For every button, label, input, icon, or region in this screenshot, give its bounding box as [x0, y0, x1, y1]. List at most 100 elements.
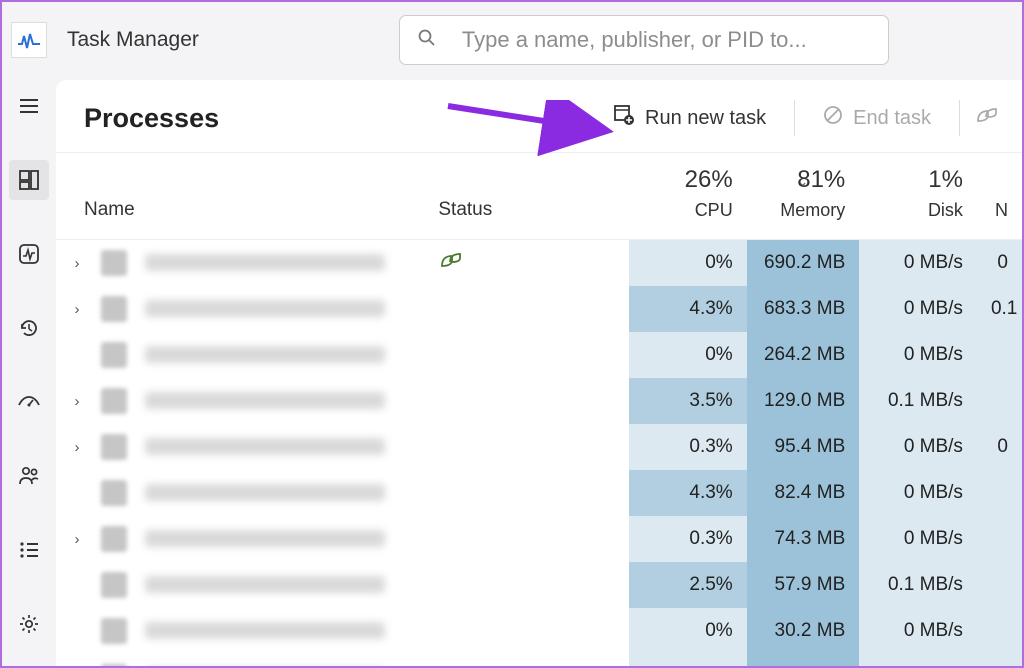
memory-cell: 82.4 MB — [747, 470, 860, 516]
status-cell — [424, 470, 629, 516]
status-cell — [424, 516, 629, 562]
process-icon — [101, 572, 127, 598]
memory-cell: 95.4 MB — [747, 424, 860, 470]
table-row[interactable]: › 0.3% 95.4 MB 0 MB/s 0 — [56, 424, 1022, 470]
efficiency-mode-button[interactable] — [960, 99, 998, 137]
expand-toggle-icon[interactable]: › — [68, 531, 86, 548]
table-row[interactable]: › 0% 29.1 MB 0 MB/s — [56, 654, 1022, 667]
process-name — [145, 576, 385, 593]
settings-nav-button[interactable] — [9, 604, 49, 644]
disk-cell: 0 MB/s — [859, 608, 977, 654]
disk-cell: 0 MB/s — [859, 470, 977, 516]
column-header-status[interactable]: Status — [424, 153, 629, 239]
end-task-label: End task — [853, 107, 931, 130]
network-cell — [977, 516, 1022, 562]
disk-cell: 0.1 MB/s — [859, 378, 977, 424]
table-row[interactable]: 2.5% 57.9 MB 0.1 MB/s — [56, 562, 1022, 608]
app-history-nav-button[interactable] — [9, 308, 49, 348]
cpu-cell: 3.5% — [629, 378, 747, 424]
column-header-name[interactable]: Name — [56, 153, 424, 239]
search-icon — [418, 29, 436, 52]
end-task-button[interactable]: End task — [809, 99, 945, 137]
network-cell — [977, 378, 1022, 424]
sort-indicator-icon: ⌄ — [797, 174, 808, 190]
startup-nav-button[interactable] — [9, 382, 49, 422]
process-icon — [101, 434, 127, 460]
memory-cell: 683.3 MB — [747, 286, 860, 332]
status-cell — [424, 332, 629, 378]
page-title: Processes — [84, 103, 599, 134]
expand-toggle-icon[interactable]: › — [68, 301, 86, 318]
network-cell — [977, 654, 1022, 667]
process-icon — [101, 618, 127, 644]
table-row[interactable]: › 4.3% 683.3 MB 0 MB/s 0.1 — [56, 286, 1022, 332]
search-input[interactable] — [462, 27, 870, 53]
network-cell: 0.1 — [977, 286, 1022, 332]
status-cell — [424, 608, 629, 654]
table-row[interactable]: › 3.5% 129.0 MB 0.1 MB/s — [56, 378, 1022, 424]
processes-nav-button[interactable] — [9, 160, 49, 200]
table-row[interactable]: 0% 264.2 MB 0 MB/s — [56, 332, 1022, 378]
disk-cell: 0 MB/s — [859, 239, 977, 286]
cpu-cell: 0% — [629, 332, 747, 378]
users-nav-button[interactable] — [9, 456, 49, 496]
process-name — [145, 254, 385, 271]
table-row[interactable]: › 0.3% 74.3 MB 0 MB/s — [56, 516, 1022, 562]
disk-cell: 0 MB/s — [859, 286, 977, 332]
expand-toggle-icon[interactable]: › — [68, 439, 86, 456]
network-cell — [977, 470, 1022, 516]
memory-cell: 29.1 MB — [747, 654, 860, 667]
expand-toggle-icon[interactable]: › — [68, 255, 86, 272]
toolbar-separator — [794, 100, 795, 136]
memory-cell: 30.2 MB — [747, 608, 860, 654]
status-cell — [424, 239, 629, 286]
navigation-rail — [2, 78, 56, 666]
column-header-network[interactable]: N — [977, 153, 1022, 239]
disk-cell: 0 MB/s — [859, 654, 977, 667]
cpu-cell: 2.5% — [629, 562, 747, 608]
process-icon — [101, 296, 127, 322]
hamburger-menu-button[interactable] — [9, 86, 49, 126]
process-table: Name Status 26% CPU ⌄ 81% Memory 1% — [56, 153, 1022, 666]
process-name — [145, 530, 385, 547]
process-icon — [101, 342, 127, 368]
table-row[interactable]: 4.3% 82.4 MB 0 MB/s — [56, 470, 1022, 516]
process-icon — [101, 664, 127, 667]
disk-cell: 0.1 MB/s — [859, 562, 977, 608]
process-name — [145, 438, 385, 455]
memory-cell: 129.0 MB — [747, 378, 860, 424]
run-new-task-button[interactable]: Run new task — [599, 98, 780, 138]
process-name — [145, 622, 385, 639]
column-header-cpu[interactable]: 26% CPU — [629, 153, 747, 239]
app-icon — [11, 22, 47, 58]
leaf-icon — [974, 105, 998, 131]
process-name — [145, 484, 385, 501]
run-new-task-label: Run new task — [645, 107, 766, 130]
process-name — [145, 300, 385, 317]
column-header-disk[interactable]: 1% Disk — [859, 153, 977, 239]
cpu-cell: 0% — [629, 608, 747, 654]
table-row[interactable]: 0% 30.2 MB 0 MB/s — [56, 608, 1022, 654]
efficiency-leaf-icon — [438, 254, 462, 275]
end-task-icon — [823, 105, 843, 131]
disk-cell: 0 MB/s — [859, 516, 977, 562]
performance-nav-button[interactable] — [9, 234, 49, 274]
memory-cell: 264.2 MB — [747, 332, 860, 378]
expand-toggle-icon[interactable]: › — [68, 393, 86, 410]
details-nav-button[interactable] — [9, 530, 49, 570]
status-cell — [424, 654, 629, 667]
memory-cell: 57.9 MB — [747, 562, 860, 608]
network-cell: 0 — [977, 239, 1022, 286]
cpu-cell: 0.3% — [629, 516, 747, 562]
process-name — [145, 392, 385, 409]
process-name — [145, 346, 385, 363]
network-cell — [977, 608, 1022, 654]
cpu-cell: 4.3% — [629, 470, 747, 516]
search-box[interactable] — [399, 15, 889, 65]
network-cell — [977, 562, 1022, 608]
column-header-memory[interactable]: ⌄ 81% Memory — [747, 153, 860, 239]
run-new-task-icon — [613, 104, 635, 132]
toolbar: Processes Run new task End task — [56, 80, 1022, 153]
table-row[interactable]: › 0% 690.2 MB 0 MB/s 0 — [56, 239, 1022, 286]
network-cell — [977, 332, 1022, 378]
